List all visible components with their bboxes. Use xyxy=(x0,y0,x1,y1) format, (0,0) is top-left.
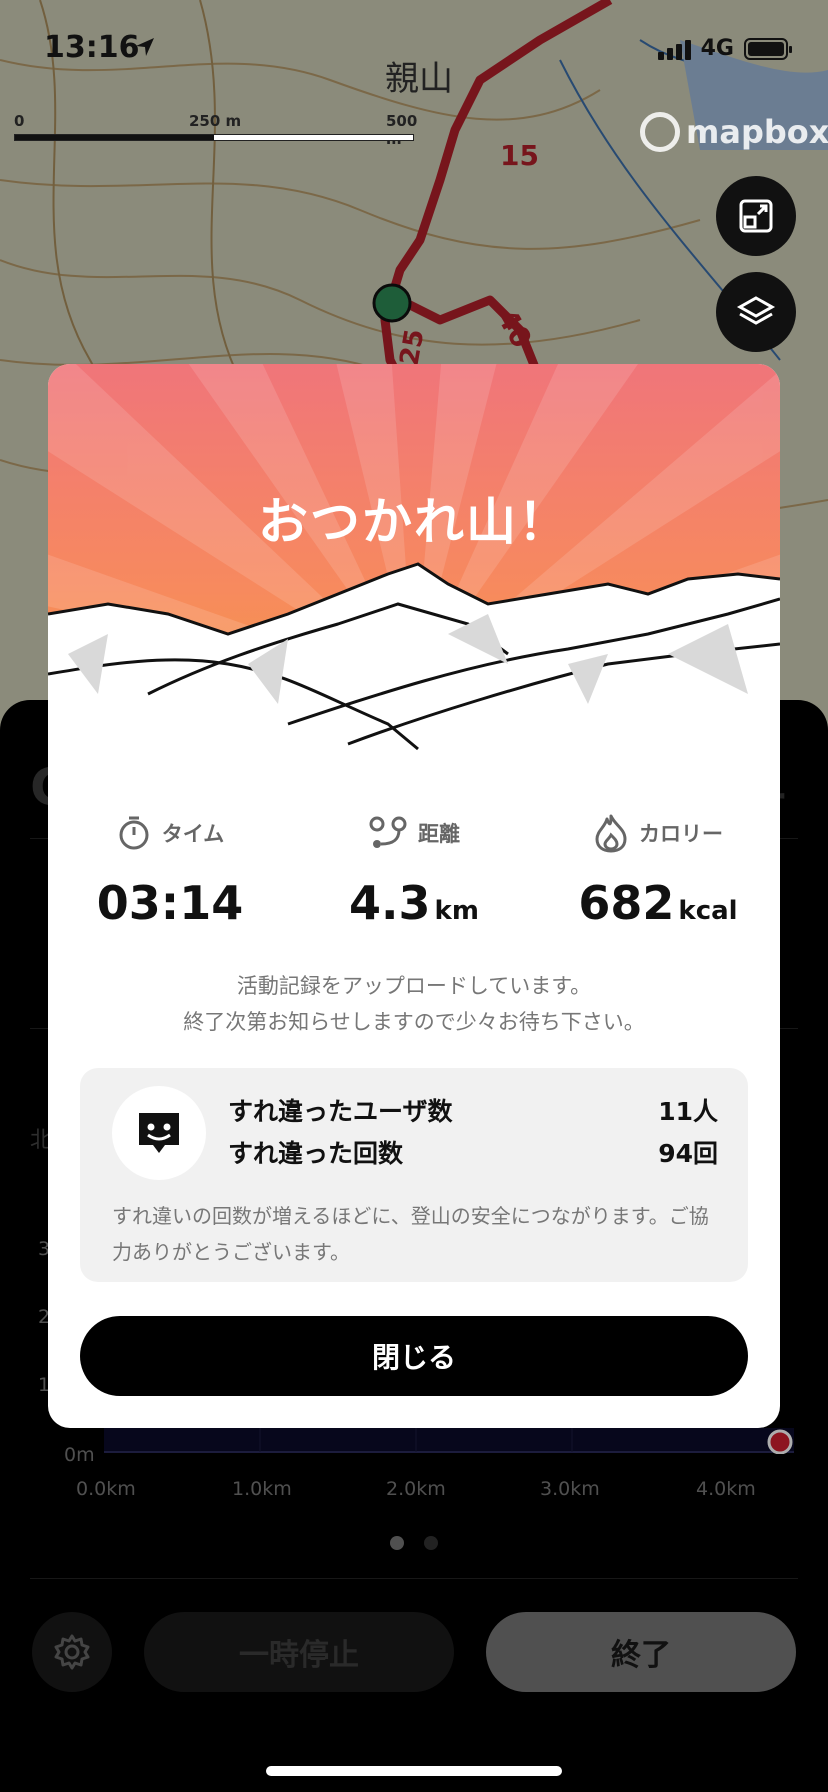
passing-note: すれ違いの回数が増えるほどに、登山の安全につながります。ご協力ありがとうございま… xyxy=(112,1204,709,1264)
status-time: 13:16 xyxy=(44,30,140,65)
scale-label-0: 0 xyxy=(14,112,25,130)
status-bar: 13:16 4G xyxy=(0,0,828,100)
stat-calories: カロリー 682 kcal xyxy=(536,812,780,930)
modal-hero: おつかれ山！ xyxy=(48,364,780,774)
network-type: 4G xyxy=(700,36,734,61)
passing-panel: すれ違ったユーザ数 11人 すれ違った回数 94回 すれ違いの回数が増えるほどに… xyxy=(80,1068,748,1282)
layers-button[interactable] xyxy=(716,272,796,352)
passing-users-row: すれ違ったユーザ数 11人 xyxy=(228,1092,718,1128)
fit-route-icon xyxy=(739,199,773,233)
fit-route-button[interactable] xyxy=(716,176,796,256)
scale-label-500: 500 m xyxy=(386,112,418,148)
location-arrow-icon xyxy=(136,38,154,56)
close-button[interactable]: 閉じる xyxy=(80,1316,748,1396)
finish-modal: おつかれ山！ タイム 03:14 距離 4.3 km カロリー 682 kcal… xyxy=(48,364,780,1428)
battery-icon xyxy=(744,37,792,60)
stat-distance-unit: km xyxy=(434,896,479,926)
scale-label-250: 250 m xyxy=(189,112,242,130)
stat-distance: 距離 4.3 km xyxy=(292,812,536,930)
upload-message: 活動記録をアップロードしています。 終了次第お知らせしますので少々お待ち下さい。 xyxy=(48,968,780,1040)
modal-title: おつかれ山！ xyxy=(258,493,570,551)
passing-face-icon xyxy=(139,1113,179,1153)
mountain-illustration xyxy=(48,364,780,774)
stat-time: タイム 03:14 xyxy=(48,812,292,930)
mapbox-text: mapbox xyxy=(686,113,828,151)
stat-calories-label: カロリー xyxy=(639,822,723,846)
passing-users-label: すれ違ったユーザ数 xyxy=(228,1097,453,1126)
passing-count-label: すれ違った回数 xyxy=(228,1139,404,1168)
mapbox-logo[interactable]: mapbox xyxy=(640,112,828,152)
stat-calories-unit: kcal xyxy=(678,896,738,926)
passing-count-value: 94回 xyxy=(658,1139,718,1168)
mapbox-icon xyxy=(640,112,680,152)
stopwatch-icon xyxy=(119,816,149,850)
stats-row: タイム 03:14 距離 4.3 km カロリー 682 kcal xyxy=(48,812,780,930)
stat-time-value: 03:14 xyxy=(96,876,244,930)
map-scale: 0 250 m 500 m xyxy=(14,112,417,148)
stat-time-label: タイム xyxy=(161,822,225,846)
passing-count-row: すれ違った回数 94回 xyxy=(228,1134,718,1170)
stat-distance-value: 4.3 xyxy=(349,876,431,930)
flame-icon xyxy=(595,814,627,853)
stat-distance-label: 距離 xyxy=(418,822,460,846)
upload-message-line-1: 活動記録をアップロードしています。 xyxy=(236,974,592,998)
layers-icon xyxy=(736,296,776,325)
stat-calories-value: 682 xyxy=(578,876,675,930)
home-indicator[interactable] xyxy=(266,1766,562,1776)
route-icon xyxy=(369,816,407,848)
upload-message-line-2: 終了次第お知らせしますので少々お待ち下さい。 xyxy=(183,1010,645,1034)
passing-users-value: 11人 xyxy=(658,1097,718,1126)
signal-icon xyxy=(657,38,691,60)
passing-avatar xyxy=(112,1086,206,1180)
